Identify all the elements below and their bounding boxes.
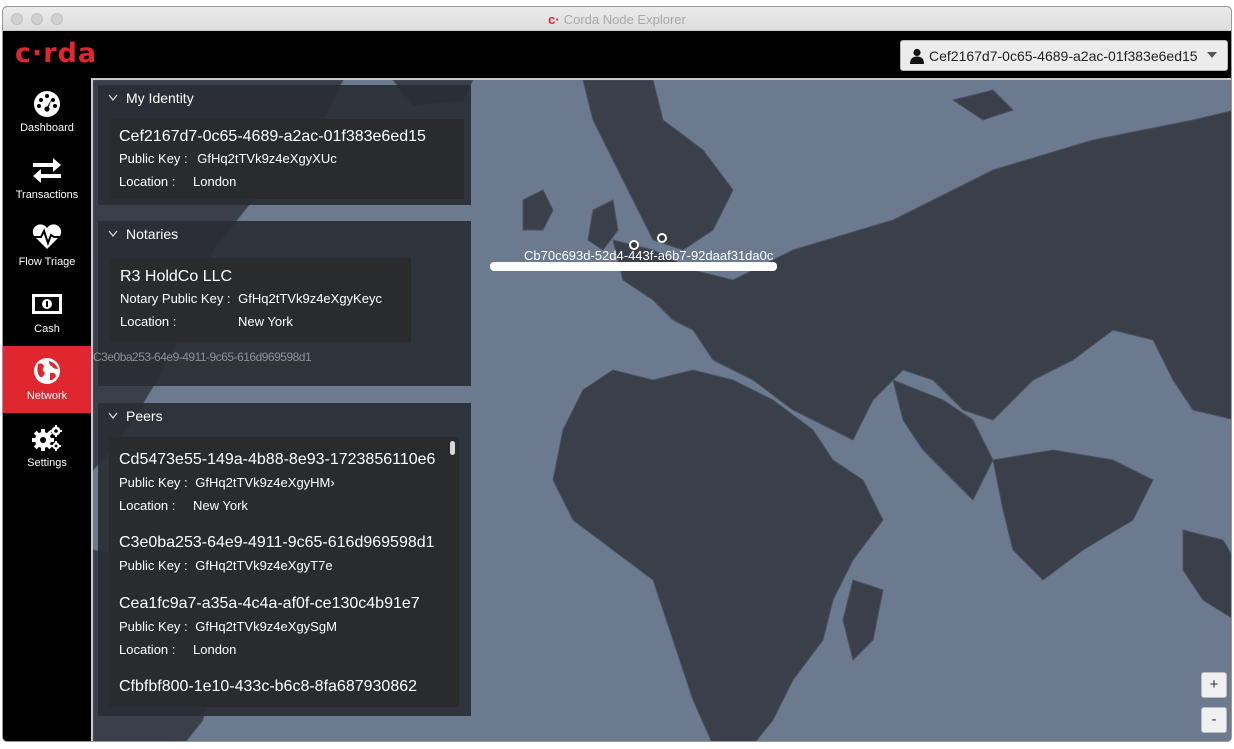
public-key-value: GfHq2tTVk9z4eXgyXUc bbox=[197, 151, 337, 166]
list-item[interactable]: C3e0ba253-64e9-4911-9c65-616d969598d1 Pu… bbox=[119, 534, 451, 581]
public-key-label: Public Key : bbox=[119, 151, 188, 166]
panel-title: Notaries bbox=[126, 226, 179, 242]
zoom-in-button[interactable]: + bbox=[1201, 672, 1227, 698]
identity-public-key-row: Public Key : GfHq2tTVk9z4eXgyXUc bbox=[119, 151, 454, 166]
location-label: Location : bbox=[119, 174, 176, 189]
public-key-value: GfHq2tTVk9z4eXgyT7e bbox=[195, 558, 333, 573]
public-key-label: Public Key : bbox=[119, 619, 188, 634]
peer-public-key-row: Public Key : GfHq2tTVk9z4eXgySgM bbox=[119, 619, 451, 634]
identity-name: Cef2167d7-0c65-4689-a2ac-01f383e6ed15 bbox=[119, 128, 426, 145]
public-key-value: GfHq2tTVk9z4eXgySgM bbox=[195, 619, 337, 634]
peer-name: Cfbfbf800-1e10-433c-b6c8-8fa687930862 bbox=[119, 678, 418, 695]
location-value: London bbox=[193, 174, 237, 189]
chevron-down-icon bbox=[108, 230, 118, 237]
panel-title: My Identity bbox=[126, 90, 194, 106]
location-value: London bbox=[193, 642, 237, 657]
window-title: c· Corda Node Explorer bbox=[3, 12, 1231, 27]
peer-name: Cd5473e55-149a-4b88-8e93-1723856110e6 bbox=[119, 451, 436, 468]
location-label: Location : bbox=[119, 498, 176, 513]
chevron-down-icon bbox=[108, 412, 118, 419]
sidebar-item-transactions[interactable]: Transactions bbox=[3, 145, 91, 212]
notary-card[interactable]: R3 HoldCo LLC Notary Public Key : GfHq2t… bbox=[109, 258, 411, 342]
sidebar-item-network[interactable]: Network bbox=[3, 346, 91, 413]
identity-card[interactable]: Cef2167d7-0c65-4689-a2ac-01f383e6ed15 Pu… bbox=[109, 119, 464, 199]
list-item[interactable]: Cd5473e55-149a-4b88-8e93-1723856110e6 Pu… bbox=[119, 451, 451, 521]
peer-location-row: Location : New York bbox=[119, 498, 451, 513]
identity-location-row: Location : London bbox=[119, 174, 454, 189]
notary-public-key-row: Notary Public Key : GfHq2tTVk9z4eXgyKeyc bbox=[120, 291, 400, 306]
notary-public-key-label: Notary Public Key : bbox=[120, 291, 231, 306]
identity-selector-value: Cef2167d7-0c65-4689-a2ac-01f383e6ed15 bbox=[929, 47, 1198, 64]
list-item[interactable]: Cea1fc9a7-a35a-4c4a-af0f-ce130c4b91e7 Pu… bbox=[119, 595, 451, 665]
transactions-icon bbox=[31, 156, 63, 184]
peer-location-row: Location : London bbox=[119, 642, 451, 657]
notary-public-key-value: GfHq2tTVk9z4eXgyKeyc bbox=[238, 291, 382, 306]
peer-public-key-row: Public Key : GfHq2tTVk9z4eXgyT7e bbox=[119, 558, 451, 573]
peer-public-key-row: Public Key : GfHq2tTVk9z4eXgyHM› bbox=[119, 475, 451, 490]
public-key-label: Public Key : bbox=[119, 558, 188, 573]
public-key-label: Public Key : bbox=[119, 475, 188, 490]
list-item[interactable]: Cfbfbf800-1e10-433c-b6c8-8fa687930862 bbox=[119, 678, 451, 702]
sidebar-item-cash[interactable]: Cash bbox=[3, 279, 91, 346]
top-bar: c·rda Cef2167d7-0c65-4689-a2ac-01f383e6e… bbox=[3, 31, 1231, 78]
corda-logo: c·rda bbox=[15, 38, 98, 69]
sidebar-item-label: Dashboard bbox=[20, 122, 74, 134]
node-marker[interactable] bbox=[657, 233, 667, 243]
peers-list[interactable]: Cd5473e55-149a-4b88-8e93-1723856110e6 Pu… bbox=[109, 437, 459, 707]
dashboard-icon bbox=[31, 89, 63, 117]
sidebar-item-label: Settings bbox=[27, 457, 67, 469]
identity-selector[interactable]: Cef2167d7-0c65-4689-a2ac-01f383e6ed15 bbox=[900, 40, 1228, 71]
app-window: c· Corda Node Explorer c·rda Cef2167d7-0c… bbox=[2, 6, 1232, 742]
sidebar-item-label: Network bbox=[26, 390, 68, 402]
sidebar-item-label: Cash bbox=[34, 323, 60, 335]
peers-header[interactable]: Peers bbox=[98, 403, 471, 429]
my-identity-panel: My Identity Cef2167d7-0c65-4689-a2ac-01f… bbox=[98, 85, 471, 205]
notaries-header[interactable]: Notaries bbox=[98, 221, 471, 247]
public-key-value: GfHq2tTVk9z4eXgyHM› bbox=[195, 475, 335, 490]
node-marker-label: Cb70c693d-52d4-443f-a6b7-92daaf31da0c bbox=[524, 248, 774, 263]
zoom-out-button[interactable]: - bbox=[1201, 707, 1227, 733]
sidebar-item-settings[interactable]: Settings bbox=[3, 413, 91, 480]
panel-title: Peers bbox=[126, 408, 163, 424]
person-icon bbox=[910, 48, 924, 64]
my-identity-header[interactable]: My Identity bbox=[98, 85, 471, 111]
ghost-node-label: C3e0ba253-64e9-4911-9c65-616d969598d1 bbox=[93, 350, 312, 364]
sidebar-item-dashboard[interactable]: Dashboard bbox=[3, 78, 91, 145]
sidebar-item-label: Transactions bbox=[15, 189, 79, 201]
chevron-down-icon bbox=[1207, 52, 1217, 58]
cash-icon bbox=[31, 290, 63, 318]
location-label: Location : bbox=[120, 314, 177, 329]
location-value: New York bbox=[238, 314, 293, 329]
heart-pulse-icon bbox=[31, 223, 63, 251]
location-label: Location : bbox=[119, 642, 176, 657]
corda-small-logo-icon: c· bbox=[548, 12, 560, 27]
notary-location-row: Location : New York bbox=[120, 314, 400, 329]
peer-name: Cea1fc9a7-a35a-4c4a-af0f-ce130c4b91e7 bbox=[119, 595, 420, 612]
gears-icon bbox=[31, 424, 63, 452]
chevron-down-icon bbox=[108, 94, 118, 101]
window-title-text: Corda Node Explorer bbox=[563, 12, 686, 27]
peers-panel: Peers Cd5473e55-149a-4b88-8e93-172385611… bbox=[98, 403, 471, 716]
node-label-bar bbox=[490, 262, 777, 271]
world-map[interactable]: My Identity Cef2167d7-0c65-4689-a2ac-01f… bbox=[91, 78, 1231, 741]
peers-scrollbar[interactable] bbox=[450, 441, 455, 455]
globe-icon bbox=[31, 357, 63, 385]
sidebar-item-flow-triage[interactable]: Flow Triage bbox=[3, 212, 91, 279]
sidebar-item-label: Flow Triage bbox=[18, 256, 76, 268]
location-value: New York bbox=[193, 498, 248, 513]
sidebar: Dashboard Transactions Flow Triage Cash … bbox=[3, 78, 91, 741]
title-bar: c· Corda Node Explorer bbox=[3, 7, 1231, 31]
notary-name: R3 HoldCo LLC bbox=[120, 268, 233, 285]
peer-name: C3e0ba253-64e9-4911-9c65-616d969598d1 bbox=[119, 534, 435, 551]
